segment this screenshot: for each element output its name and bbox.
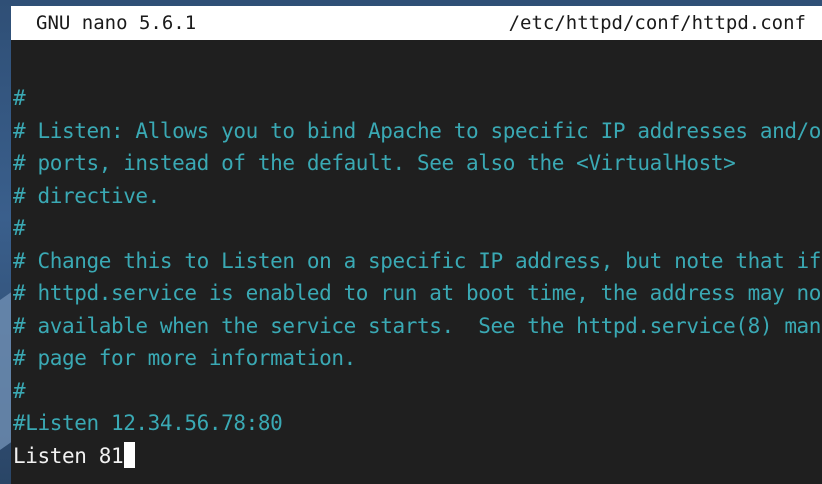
- nano-version-label: GNU nano 5.6.1: [36, 12, 197, 34]
- editor-line[interactable]: #: [13, 82, 822, 115]
- editor-line[interactable]: # Listen: Allows you to bind Apache to s…: [13, 115, 822, 148]
- editor-line[interactable]: #: [13, 212, 822, 245]
- editor-line[interactable]: # directive.: [13, 180, 822, 213]
- editor-line[interactable]: # httpd.service is enabled to run at boo…: [13, 277, 822, 310]
- listen-directive-text[interactable]: Listen 81: [13, 444, 124, 468]
- text-cursor: [124, 441, 136, 468]
- editor-line[interactable]: #: [13, 375, 822, 408]
- editor-line-current[interactable]: Listen 81: [13, 440, 822, 473]
- file-path-label: /etc/httpd/conf/httpd.conf: [508, 12, 806, 34]
- editor-line[interactable]: # available when the service starts. See…: [13, 310, 822, 343]
- editor-line[interactable]: #Listen 12.34.56.78:80: [13, 407, 822, 440]
- terminal-window[interactable]: GNU nano 5.6.1 /etc/httpd/conf/httpd.con…: [11, 6, 822, 484]
- editor-text-area[interactable]: # # Listen: Allows you to bind Apache to…: [11, 40, 822, 472]
- editor-line[interactable]: # ports, instead of the default. See als…: [13, 147, 822, 180]
- editor-line[interactable]: # Change this to Listen on a specific IP…: [13, 245, 822, 278]
- editor-line[interactable]: # page for more information.: [13, 342, 822, 375]
- nano-title-bar: GNU nano 5.6.1 /etc/httpd/conf/httpd.con…: [11, 6, 822, 40]
